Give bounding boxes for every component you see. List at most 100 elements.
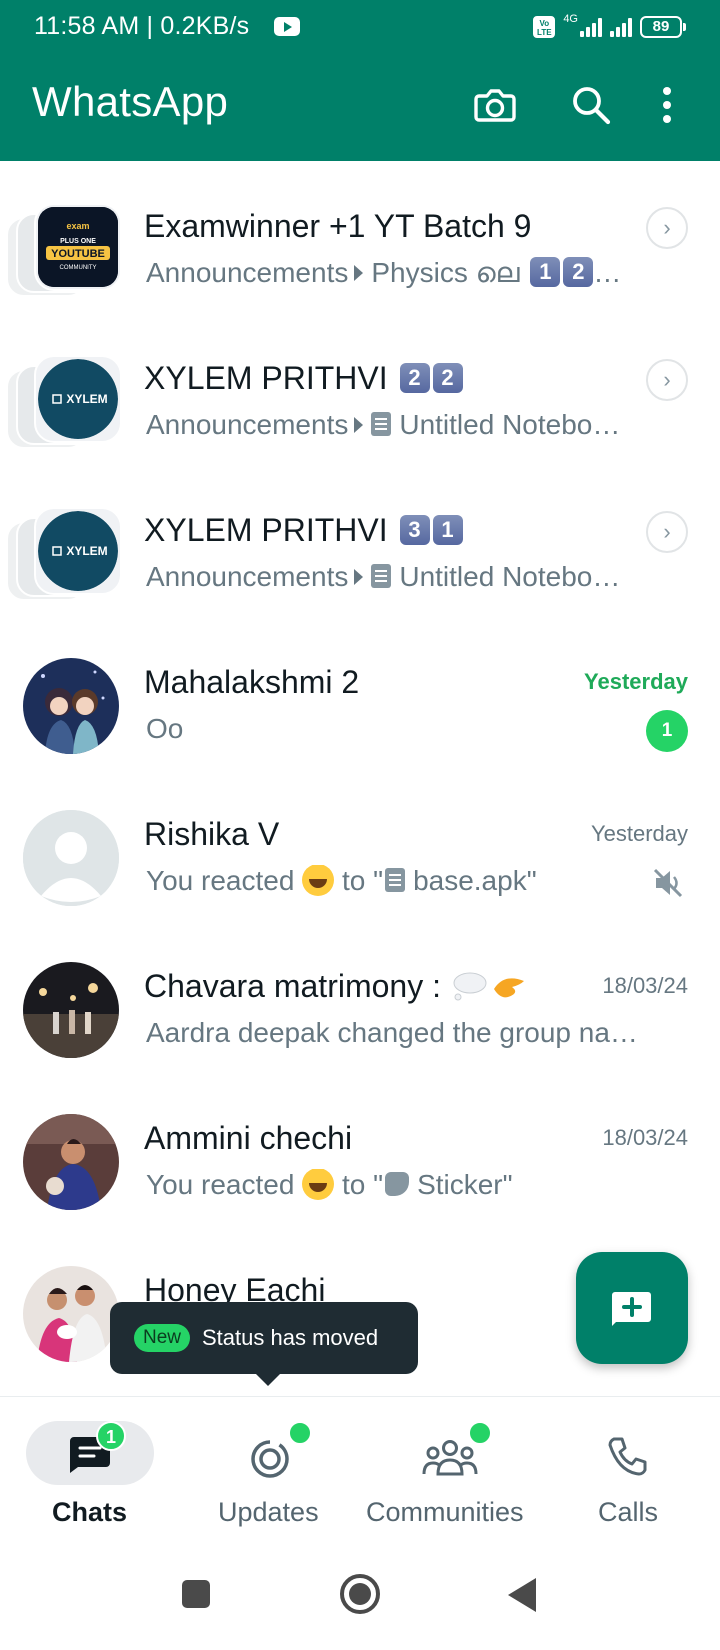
tooltip-text: Status has moved [202, 1325, 379, 1350]
keycap-emoji: 1 [432, 514, 463, 545]
back-button[interactable] [508, 1578, 536, 1612]
preview-text: Untitled Notebo… [399, 561, 621, 592]
chat-time: Yesterday [590, 821, 688, 846]
chat-name: XYLEM PRITHVI 31 [144, 512, 463, 549]
calls-icon [608, 1437, 647, 1476]
group-label: Announcements [146, 409, 349, 440]
svg-text:YOUTUBE: YOUTUBE [51, 248, 105, 260]
system-nav-bar [0, 1548, 720, 1650]
chevron-right-icon[interactable]: › [646, 511, 688, 553]
tab-chats[interactable]: 1 Chats [0, 1397, 180, 1549]
chat-name: Chavara matrimony : [144, 968, 530, 1005]
svg-text:XYLEM: XYLEM [66, 544, 107, 558]
joy-emoji [302, 1169, 335, 1200]
chats-unread-badge: 1 [96, 1421, 126, 1451]
group-label: Announcements [146, 561, 349, 592]
svg-text:exam: exam [66, 221, 89, 231]
avatar[interactable] [23, 1114, 119, 1210]
keycap-emoji: 3 [399, 514, 430, 545]
chat-preview: Announcements Untitled Notebo… [146, 409, 656, 441]
document-icon [385, 867, 406, 892]
volte-icon: Vo LTE [533, 16, 556, 38]
chevron-right-icon[interactable]: › [646, 359, 688, 401]
document-icon [371, 411, 392, 436]
avatar[interactable] [23, 1266, 119, 1362]
chat-preview: You reacted to " Sticker" [146, 1169, 513, 1200]
chat-time: 18/03/24 [602, 973, 688, 998]
chat-name: XYLEM PRITHVI 22 [144, 360, 463, 397]
chat-row-xylem-22[interactable]: XYLEM XYLEM PRITHVI 22 › Announcements Un… [0, 313, 720, 465]
youtube-notification-icon [274, 17, 300, 36]
page-title: WhatsApp [32, 78, 229, 125]
bottom-nav: 1 Chats Updates Communities Calls [0, 1396, 720, 1548]
chat-preview: Announcements Untitled Notebo… [146, 561, 656, 593]
avatar[interactable] [23, 962, 119, 1058]
chat-name: Rishika V [144, 816, 280, 852]
chat-time: 18/03/24 [602, 1125, 688, 1150]
status-bar: 11:58 AM | 0.2KB/s Vo LTE 4G 89 [0, 0, 720, 54]
tab-label: Communities [366, 1497, 524, 1527]
home-button[interactable] [340, 1574, 380, 1614]
arrow-right-icon [354, 264, 364, 281]
tab-communities[interactable]: Communities [360, 1397, 540, 1549]
tab-calls[interactable]: Calls [540, 1397, 720, 1549]
communities-dot [468, 1421, 492, 1445]
updates-icon [251, 1440, 289, 1478]
svg-text:COMMUNITY: COMMUNITY [60, 265, 97, 271]
ellipsis: … [593, 257, 622, 288]
updates-dot [288, 1421, 312, 1445]
tab-label: Chats [52, 1497, 128, 1527]
recents-button[interactable] [182, 1580, 210, 1608]
camera-icon[interactable] [470, 80, 520, 130]
more-vert-icon[interactable] [652, 80, 682, 130]
arrow-right-icon [354, 416, 364, 433]
chat-row-ammini[interactable]: Ammini chechi 18/03/24 You reacted to " S… [0, 1073, 720, 1225]
examwinner-logo: exam PLUS ONE YOUTUBE COMMUNITY [38, 207, 118, 287]
battery-icon: 89 [640, 16, 686, 38]
status-moved-tooltip[interactable]: New Status has moved [110, 1302, 418, 1386]
muted-icon [653, 868, 683, 898]
chat-preview: Aardra deepak changed the group na… [146, 1017, 638, 1048]
avatar[interactable] [23, 658, 119, 754]
community-avatar: XYLEM [6, 507, 122, 601]
tab-label: Calls [598, 1497, 659, 1527]
group-label: Announcements [146, 257, 349, 288]
signal-icon-2 [610, 17, 632, 37]
chat-row-rishika[interactable]: Rishika V Yesterday You reacted to " base… [0, 769, 720, 921]
app-header: 11:58 AM | 0.2KB/s Vo LTE 4G 89 WhatsApp [0, 0, 720, 161]
chat-row-xylem-31[interactable]: XYLEM XYLEM PRITHVI 31 › Announcements Un… [0, 465, 720, 617]
community-avatar: exam PLUS ONE YOUTUBE COMMUNITY [6, 203, 122, 297]
chat-row-chavara[interactable]: Chavara matrimony : 18/03/24 Aardra deep… [0, 921, 720, 1073]
thought-bubble-emoji [453, 972, 524, 1001]
keycap-emoji: 2 [399, 362, 430, 393]
new-chat-icon [612, 1292, 651, 1326]
sticker-icon [385, 1171, 410, 1196]
signal-icon [580, 17, 602, 37]
chat-preview: Announcements Physics ലെ 1 2… [146, 257, 656, 290]
communities-icon [422, 1440, 478, 1476]
search-icon[interactable] [566, 80, 616, 130]
svg-text:PLUS ONE: PLUS ONE [60, 238, 96, 245]
document-icon [371, 563, 392, 588]
status-time: 11:58 AM | 0.2KB/s [34, 12, 250, 40]
preview-text: Untitled Notebo… [399, 409, 621, 440]
xylem-logo: XYLEM [38, 359, 118, 439]
avatar[interactable] [23, 810, 119, 906]
keycap-emoji: 1 [530, 257, 561, 287]
chat-row-mahalakshmi[interactable]: Mahalakshmi 2 Yesterday Oo 1 [0, 617, 720, 769]
xylem-logo: XYLEM [38, 511, 118, 591]
new-chat-button[interactable] [576, 1252, 688, 1364]
chat-name: Mahalakshmi 2 [144, 664, 360, 700]
community-avatar: XYLEM [6, 355, 122, 449]
chevron-right-icon[interactable]: › [646, 207, 688, 249]
keycap-emoji: 2 [563, 257, 594, 287]
unread-badge: 1 [646, 710, 688, 752]
chat-row-examwinner[interactable]: exam PLUS ONE YOUTUBE COMMUNITY Examwinn… [0, 161, 720, 313]
tab-updates[interactable]: Updates [180, 1397, 360, 1549]
arrow-right-icon [354, 568, 364, 585]
tab-label: Updates [218, 1497, 319, 1527]
chat-time: Yesterday [584, 669, 688, 694]
network-type: 4G [563, 13, 578, 25]
svg-text:XYLEM: XYLEM [66, 392, 107, 406]
grinning-emoji [302, 865, 335, 896]
